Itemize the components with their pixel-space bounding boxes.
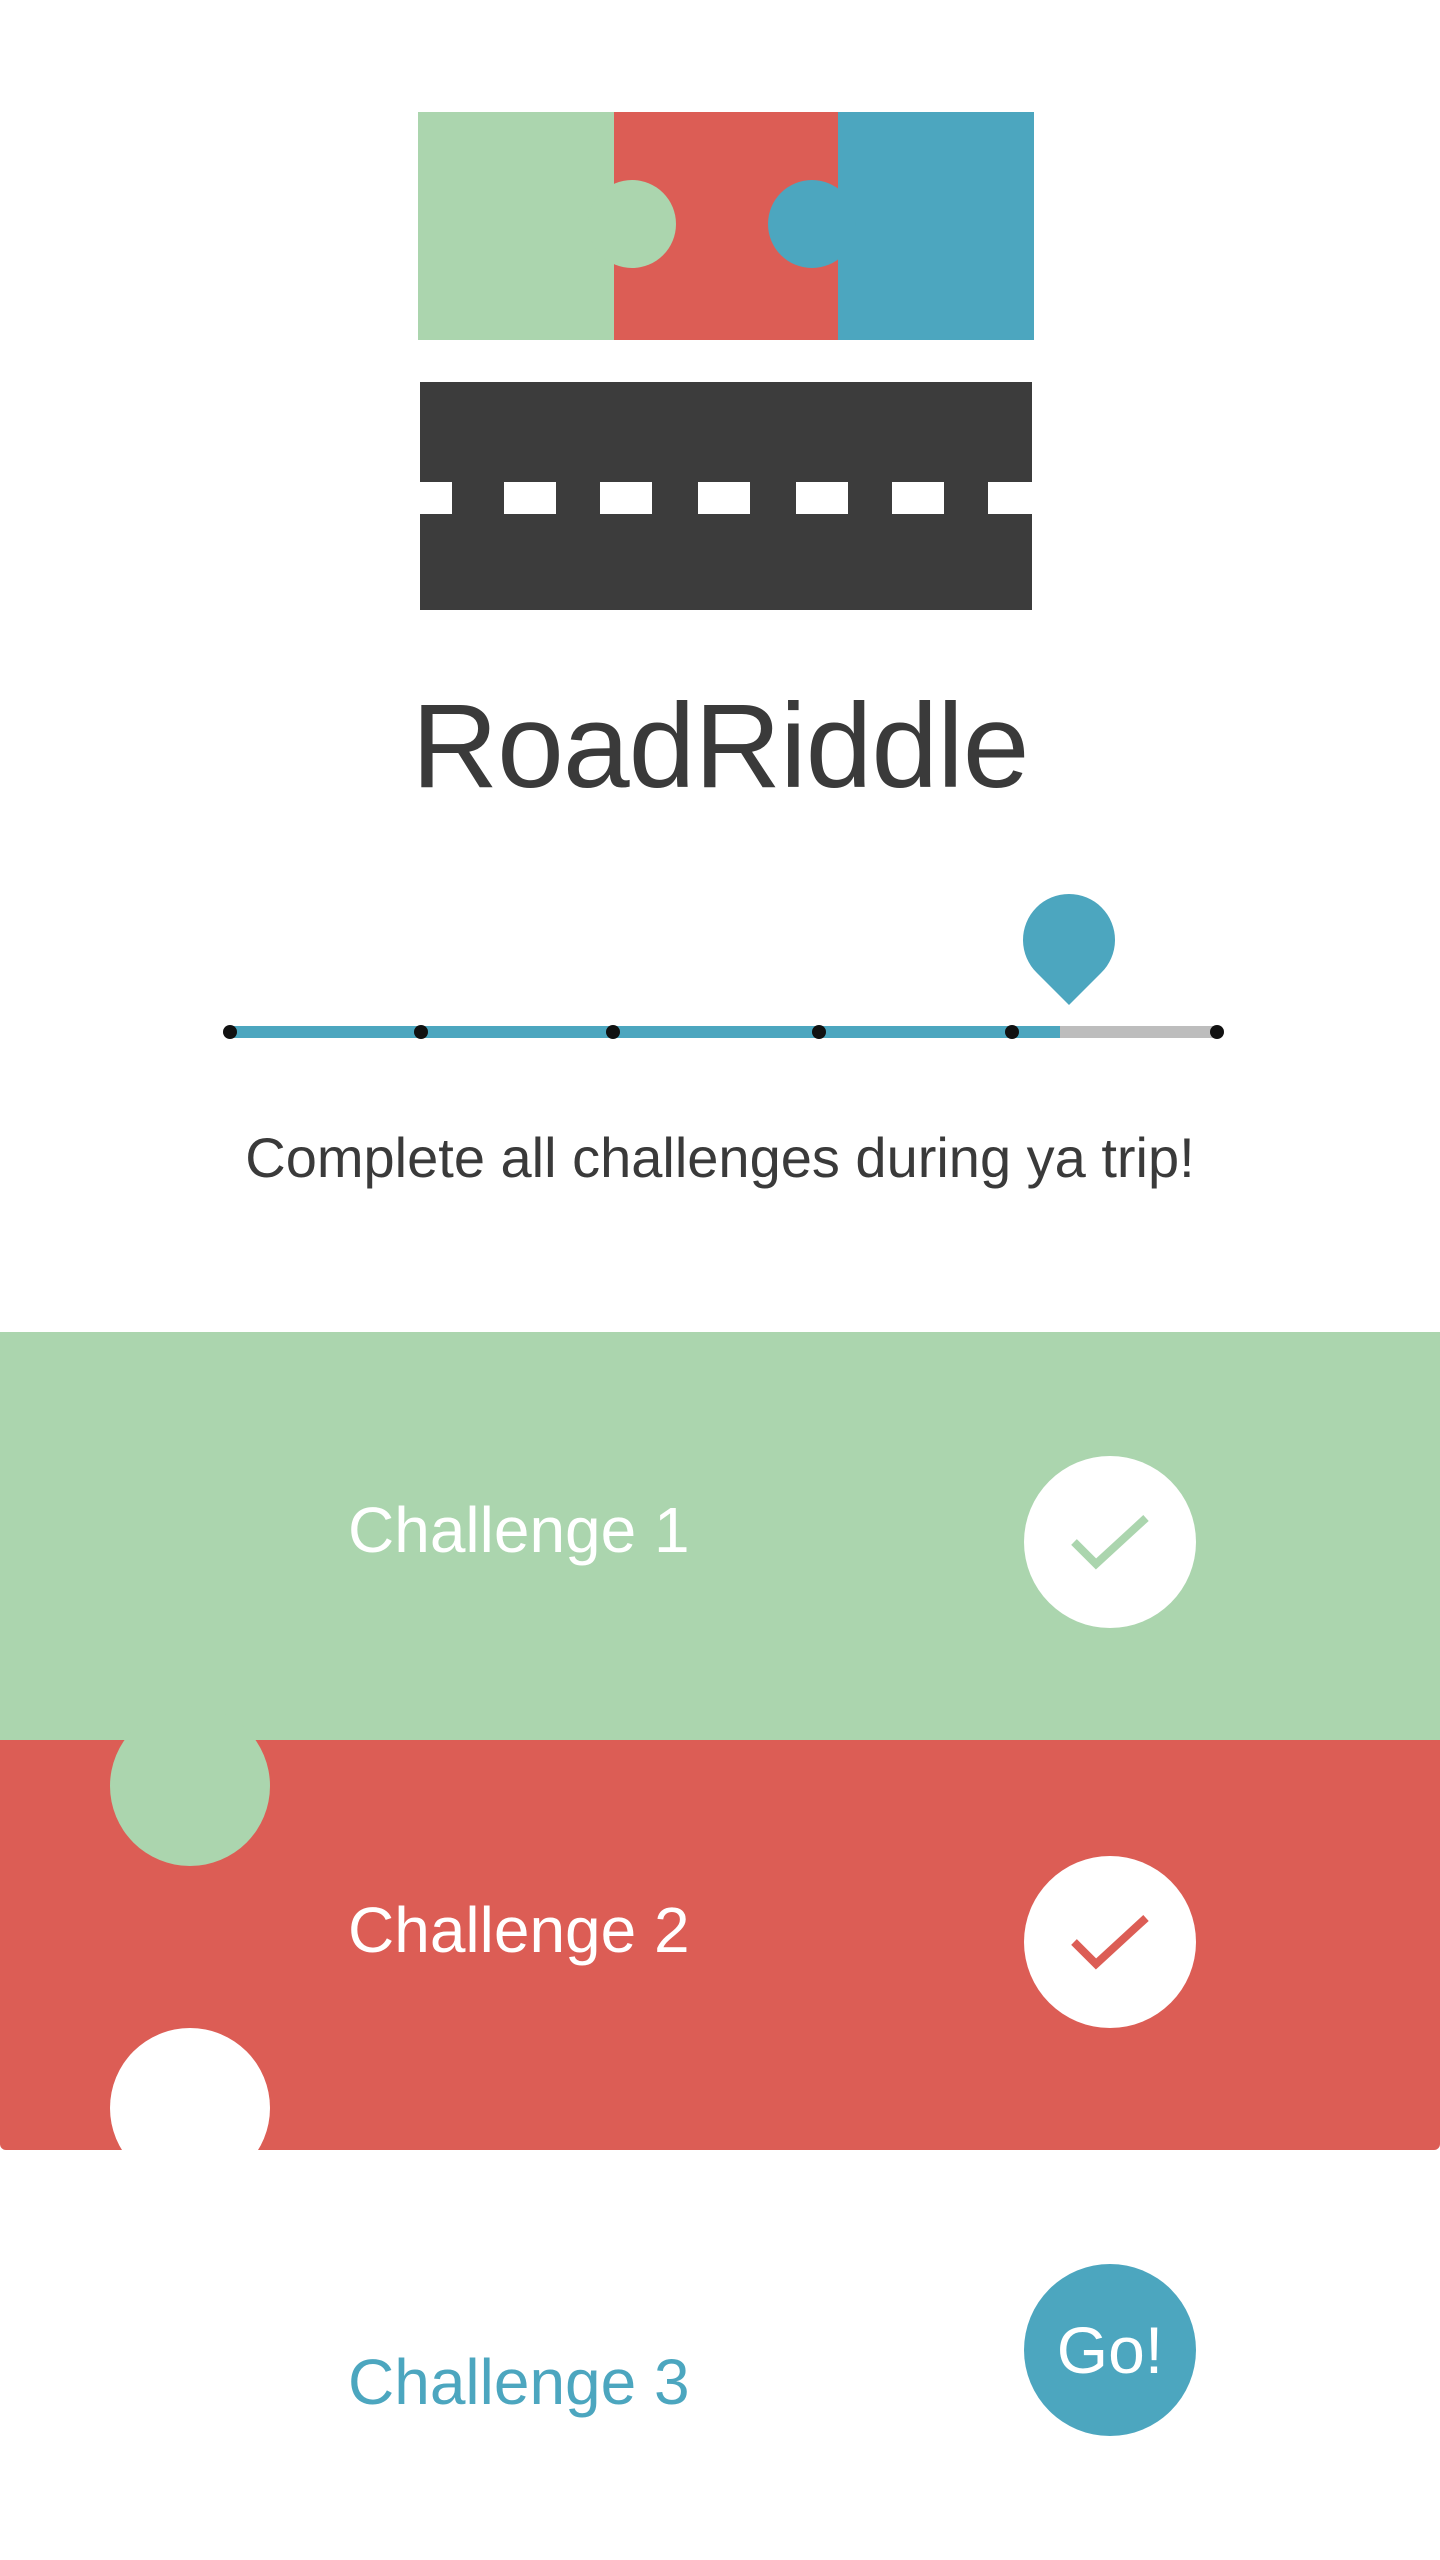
app-title: RoadRiddle xyxy=(411,679,1029,813)
map-pin-icon xyxy=(1023,893,1115,1005)
trip-progress-track xyxy=(228,1026,1218,1038)
progress-stop xyxy=(1005,1025,1019,1039)
logo-puzzle xyxy=(418,112,1034,340)
go-button[interactable]: Go! xyxy=(1024,2264,1196,2436)
progress-stop xyxy=(606,1025,620,1039)
road-dash xyxy=(504,482,556,514)
road-dash xyxy=(988,482,1032,514)
puzzle-piece-blue xyxy=(838,112,1034,340)
progress-stop xyxy=(812,1025,826,1039)
road-dash xyxy=(600,482,652,514)
road-dash xyxy=(698,482,750,514)
road-dash xyxy=(420,482,452,514)
road-dash xyxy=(796,482,848,514)
checkmark-icon xyxy=(1071,1915,1149,1970)
puzzle-piece-green xyxy=(418,112,616,340)
challenge-label: Challenge 3 xyxy=(348,2346,690,2418)
instructions-text: Complete all challenges during ya trip! xyxy=(245,1126,1195,1189)
challenge-row-1[interactable]: Challenge 1 xyxy=(0,1332,1440,1742)
road-dash xyxy=(892,482,944,514)
checkmark-icon xyxy=(1071,1515,1149,1570)
completed-badge xyxy=(1024,1856,1196,2028)
challenge-label: Challenge 2 xyxy=(348,1894,690,1966)
puzzle-knob-blue xyxy=(768,180,856,268)
progress-stop xyxy=(414,1025,428,1039)
logo-road xyxy=(420,382,1032,610)
puzzle-connector-green xyxy=(110,1706,270,1866)
completed-badge xyxy=(1024,1456,1196,1628)
challenge-label: Challenge 1 xyxy=(348,1494,690,1566)
trip-progress-fill xyxy=(228,1026,1060,1038)
go-button-label: Go! xyxy=(1056,2313,1164,2387)
puzzle-knob-green xyxy=(588,180,676,268)
challenge-row-3[interactable]: Challenge 3 Go! xyxy=(0,2150,1440,2560)
progress-stop xyxy=(1210,1025,1224,1039)
progress-stop xyxy=(223,1025,237,1039)
